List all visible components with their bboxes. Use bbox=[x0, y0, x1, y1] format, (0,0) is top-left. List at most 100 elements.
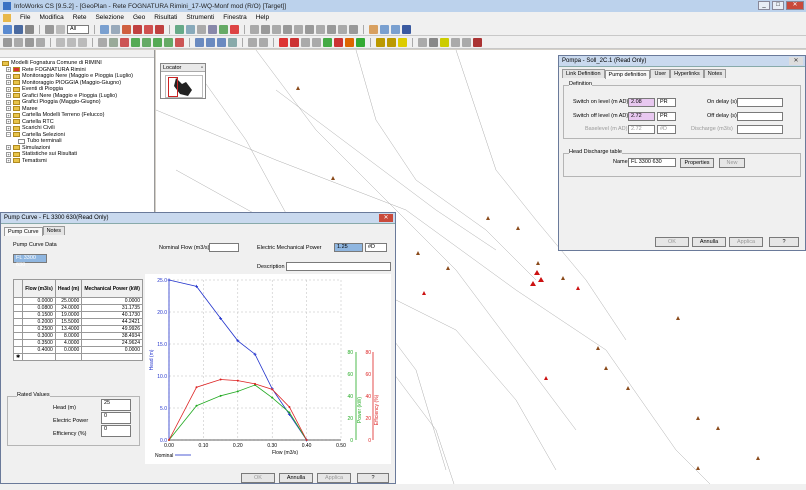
expand-icon[interactable]: + bbox=[6, 86, 11, 92]
new-button[interactable]: New bbox=[719, 158, 745, 168]
tool-icon[interactable] bbox=[345, 37, 354, 47]
off-delay-input[interactable] bbox=[737, 112, 783, 121]
tool-icon[interactable] bbox=[250, 24, 259, 34]
tool-icon[interactable] bbox=[195, 37, 204, 47]
zoom-out-icon[interactable] bbox=[391, 24, 400, 34]
table-cell[interactable]: 0.0800 bbox=[22, 304, 56, 312]
tool-icon[interactable] bbox=[429, 37, 438, 47]
table-cell[interactable]: 40.1730 bbox=[81, 311, 143, 319]
pencil-icon[interactable] bbox=[45, 24, 54, 34]
table-cell[interactable]: 15.5000 bbox=[54, 318, 83, 326]
tab-pump-curve[interactable]: Pump Curve bbox=[4, 227, 43, 236]
tool-icon[interactable] bbox=[283, 24, 292, 34]
switch-on-flag[interactable]: PR bbox=[657, 98, 676, 107]
tool-icon[interactable] bbox=[228, 37, 237, 47]
locator-thumbnail[interactable] bbox=[165, 75, 203, 98]
table-cell[interactable]: 0.1500 bbox=[22, 311, 56, 319]
tab-notes[interactable]: Notes bbox=[703, 69, 727, 78]
nominal-flow-input[interactable] bbox=[209, 243, 239, 252]
tool-icon[interactable] bbox=[120, 37, 129, 47]
curve-ok-button[interactable]: OK bbox=[241, 473, 275, 483]
tool-icon[interactable] bbox=[164, 37, 173, 47]
curve-annulla-button[interactable]: Annulla bbox=[279, 473, 313, 483]
tool-icon[interactable] bbox=[14, 37, 23, 47]
table-cell[interactable]: 24.9624 bbox=[81, 339, 143, 347]
tool-icon[interactable] bbox=[248, 37, 257, 47]
collapse-icon[interactable]: − bbox=[6, 132, 11, 138]
tool-icon[interactable] bbox=[25, 37, 34, 47]
expand-icon[interactable]: + bbox=[6, 151, 11, 157]
tool-icon[interactable] bbox=[109, 37, 118, 47]
tool-icon[interactable] bbox=[356, 37, 365, 47]
tool-icon[interactable] bbox=[294, 24, 303, 34]
expand-icon[interactable]: + bbox=[6, 119, 11, 125]
tool-icon[interactable] bbox=[323, 37, 332, 47]
table-cell[interactable]: 24.0000 bbox=[54, 304, 83, 312]
tool-icon[interactable] bbox=[217, 37, 226, 47]
tool-icon[interactable] bbox=[230, 24, 239, 34]
table-row[interactable]: 0.2000 15.5000 44.2421 bbox=[12, 318, 143, 326]
switch-off-flag[interactable]: PR bbox=[657, 112, 676, 121]
tool-icon[interactable] bbox=[272, 24, 281, 34]
tool-icon[interactable] bbox=[376, 37, 385, 47]
new-icon[interactable] bbox=[3, 24, 12, 34]
menu-geo[interactable]: Geo bbox=[133, 14, 145, 21]
print-icon[interactable] bbox=[25, 24, 34, 34]
table-cell[interactable]: 4.0000 bbox=[54, 339, 83, 347]
tool-icon[interactable] bbox=[98, 37, 107, 47]
expand-icon[interactable]: + bbox=[6, 158, 11, 164]
tool-icon[interactable] bbox=[131, 37, 140, 47]
rated-power-input[interactable]: 0 bbox=[101, 412, 131, 424]
tool-icon[interactable] bbox=[279, 37, 288, 47]
maximize-button[interactable]: □ bbox=[772, 1, 784, 10]
tool-icon[interactable] bbox=[440, 37, 449, 47]
pan-icon[interactable] bbox=[111, 24, 120, 34]
expand-icon[interactable]: + bbox=[6, 67, 11, 73]
tab-hyperlinks[interactable]: Hyperlinks bbox=[670, 69, 704, 78]
tool-icon[interactable] bbox=[473, 37, 482, 47]
zoom-extent-icon[interactable] bbox=[402, 24, 411, 34]
layer-combo[interactable]: All bbox=[67, 24, 89, 34]
tab-curve-notes[interactable]: Notes bbox=[42, 226, 65, 235]
tool-icon[interactable] bbox=[78, 37, 87, 47]
tool-icon[interactable] bbox=[153, 37, 162, 47]
tree-item[interactable]: + Tematismi bbox=[2, 158, 154, 165]
expand-icon[interactable]: + bbox=[6, 99, 11, 105]
tool-icon[interactable] bbox=[334, 37, 343, 47]
tool-icon[interactable] bbox=[56, 37, 65, 47]
electric-power-input[interactable]: 1.25 bbox=[334, 243, 363, 252]
table-row[interactable]: 0.1500 19.0000 40.1730 bbox=[12, 311, 143, 319]
tool-icon[interactable] bbox=[36, 37, 45, 47]
grid-icon[interactable] bbox=[197, 24, 206, 34]
tool-icon[interactable] bbox=[316, 24, 325, 34]
locator-close-icon[interactable]: ▫ bbox=[201, 64, 203, 72]
tab-user[interactable]: User bbox=[650, 69, 671, 78]
table-cell[interactable]: 0.4000 bbox=[22, 346, 56, 354]
menu-strumenti[interactable]: Strumenti bbox=[186, 14, 214, 21]
curve-name-input[interactable]: FL 3300 630 bbox=[13, 254, 47, 268]
menu-modifica[interactable]: Modifica bbox=[39, 14, 63, 21]
annulla-button[interactable]: Annulla bbox=[692, 237, 726, 247]
tool-icon[interactable] bbox=[219, 24, 228, 34]
table-cell[interactable]: 25.0000 bbox=[54, 297, 83, 305]
menu-risultati[interactable]: Risultati bbox=[154, 14, 177, 21]
switch-off-input[interactable]: 2.72 bbox=[628, 112, 655, 121]
table-cell[interactable]: 0.3000 bbox=[22, 332, 56, 340]
table-cell[interactable]: 38.4934 bbox=[81, 332, 143, 340]
table-cell[interactable]: 31.1735 bbox=[81, 304, 143, 312]
tool-icon[interactable] bbox=[398, 37, 407, 47]
table-cell[interactable]: 0.2500 bbox=[22, 325, 56, 333]
menu-file[interactable]: File bbox=[20, 14, 30, 21]
tool-icon[interactable] bbox=[301, 37, 310, 47]
save-icon[interactable] bbox=[14, 24, 23, 34]
hand-icon[interactable] bbox=[369, 24, 378, 34]
table-row[interactable]: 0.0000 25.0000 0.0000 bbox=[12, 297, 143, 305]
curve-applica-button[interactable]: Applica bbox=[317, 473, 351, 483]
tool-icon[interactable] bbox=[418, 37, 427, 47]
tool-icon[interactable] bbox=[312, 37, 321, 47]
help-button[interactable]: ? bbox=[769, 237, 799, 247]
tool-icon[interactable] bbox=[349, 24, 358, 34]
tool-icon[interactable] bbox=[208, 24, 217, 34]
close-button[interactable]: ✕ bbox=[786, 1, 804, 10]
properties-button[interactable]: Properties bbox=[680, 158, 714, 168]
